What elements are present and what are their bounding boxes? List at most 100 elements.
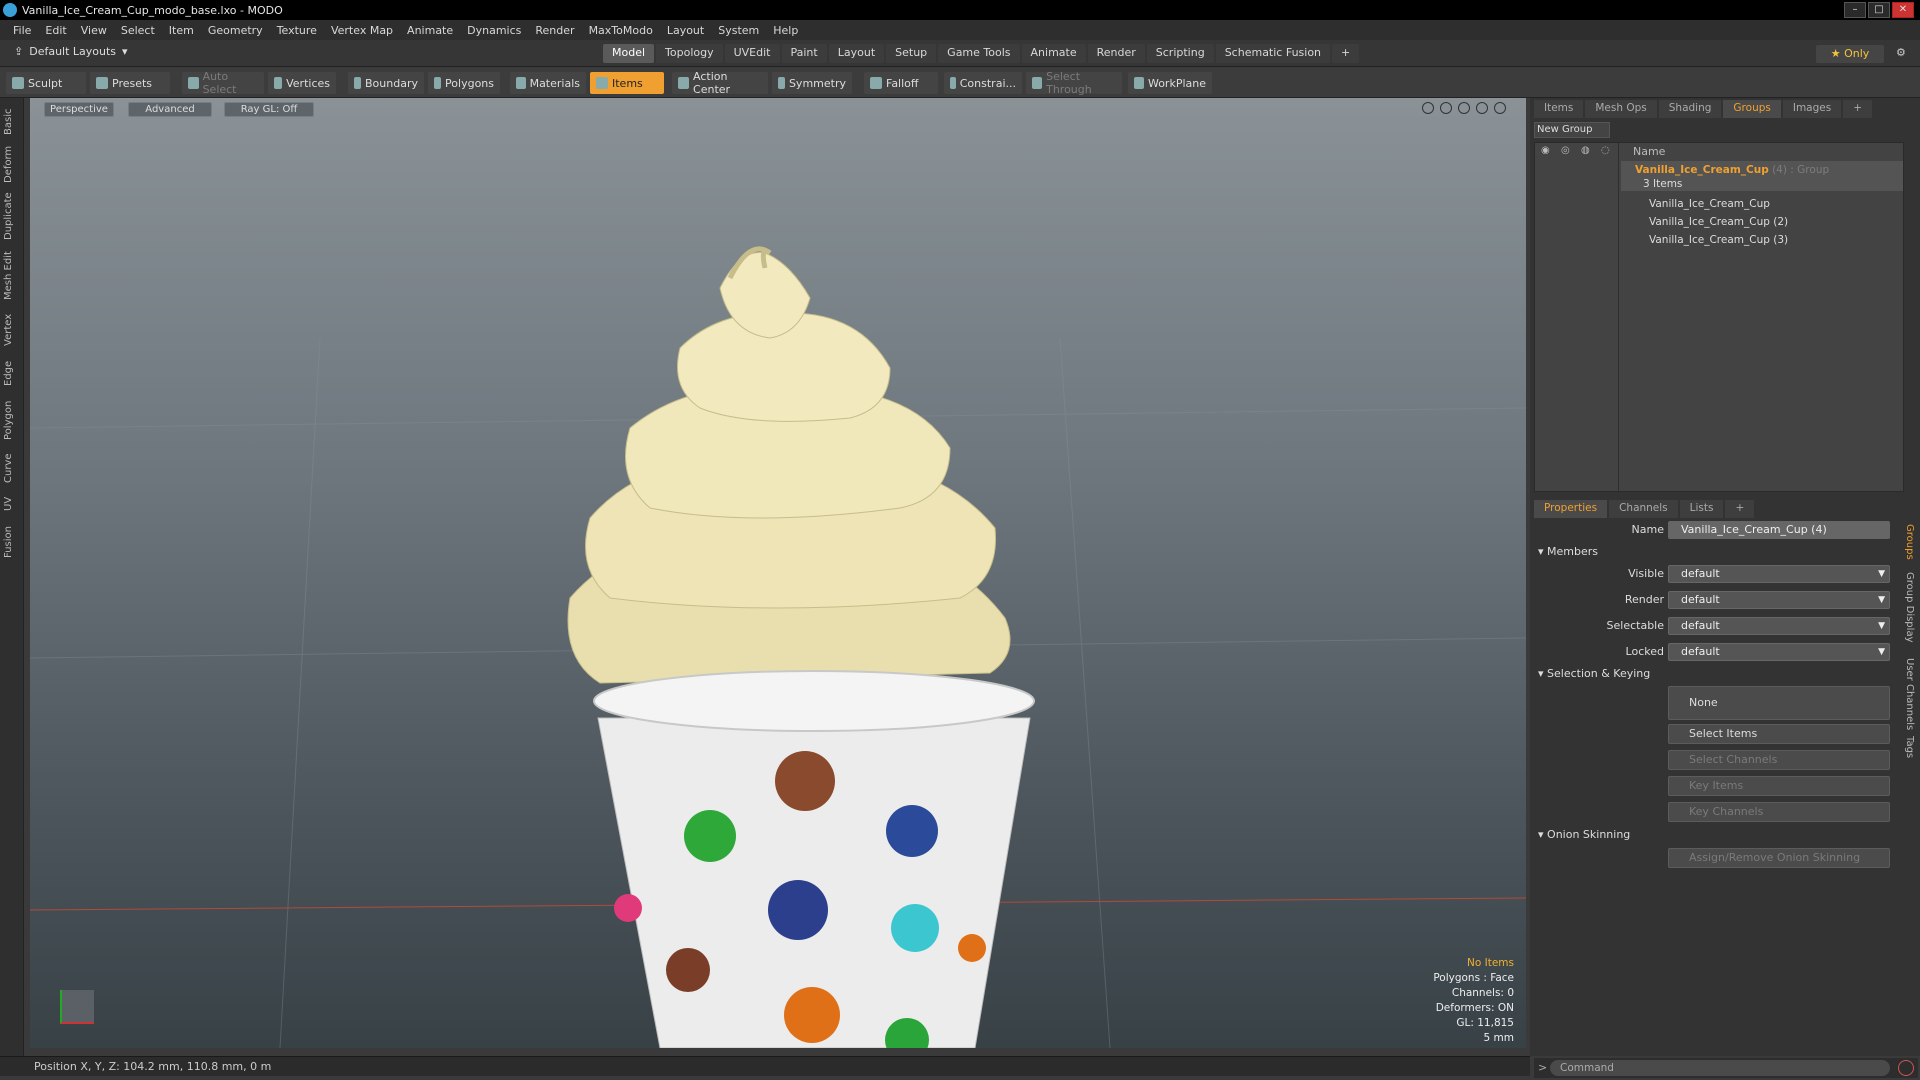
tab-topology[interactable]: Topology bbox=[656, 44, 723, 63]
onion-skinning-section[interactable]: ▾ Onion Skinning bbox=[1538, 827, 1888, 843]
list-item[interactable]: Vanilla_Ice_Cream_Cup (2) bbox=[1621, 213, 1903, 231]
zoom-icon[interactable] bbox=[1458, 102, 1470, 114]
selectable-icon[interactable]: ◌ bbox=[1601, 145, 1610, 156]
lock-icon[interactable]: ◍ bbox=[1581, 145, 1590, 156]
key-channels-button[interactable]: Key Channels bbox=[1668, 802, 1890, 822]
tab-schematic-fusion[interactable]: Schematic Fusion bbox=[1215, 44, 1331, 63]
tab-scripting[interactable]: Scripting bbox=[1146, 44, 1214, 63]
layout-selector[interactable]: ⇪ Default Layouts ▾ bbox=[14, 45, 128, 58]
viewport-settings-icon[interactable] bbox=[1494, 102, 1506, 114]
menu-edit[interactable]: Edit bbox=[38, 24, 73, 37]
tab-shading[interactable]: Shading bbox=[1658, 100, 1722, 118]
tab-properties[interactable]: Properties bbox=[1534, 500, 1608, 518]
falloff-button[interactable]: Falloff bbox=[864, 72, 938, 94]
left-tab-uv[interactable]: UV bbox=[3, 492, 21, 516]
locked-select[interactable]: default ▼ bbox=[1668, 643, 1890, 661]
sculpt-button[interactable]: Sculpt bbox=[6, 72, 86, 94]
left-tab-duplicate[interactable]: Duplicate bbox=[3, 190, 21, 242]
select-channels-button[interactable]: Select Channels bbox=[1668, 750, 1890, 770]
side-tab-groups[interactable]: Groups bbox=[1899, 524, 1915, 564]
tab-items[interactable]: Items bbox=[1534, 100, 1584, 118]
auto-select-button[interactable]: Auto Select bbox=[182, 70, 264, 96]
add-panel-tab-button[interactable]: + bbox=[1843, 100, 1873, 118]
render-select[interactable]: default ▼ bbox=[1668, 591, 1890, 609]
visible-select[interactable]: default ▼ bbox=[1668, 565, 1890, 583]
menu-animate[interactable]: Animate bbox=[400, 24, 460, 37]
tab-lists[interactable]: Lists bbox=[1679, 500, 1724, 518]
eye-icon[interactable]: ◉ bbox=[1541, 145, 1550, 156]
shading-mode-button[interactable]: Advanced bbox=[128, 102, 212, 117]
left-tab-edge[interactable]: Edge bbox=[3, 356, 21, 390]
fit-icon[interactable] bbox=[1476, 102, 1488, 114]
menu-vertex-map[interactable]: Vertex Map bbox=[324, 24, 400, 37]
tab-render[interactable]: Render bbox=[1087, 44, 1145, 63]
selection-keying-section[interactable]: ▾ Selection & Keying bbox=[1538, 666, 1888, 682]
command-record-icon[interactable] bbox=[1898, 1060, 1914, 1076]
left-tab-curve[interactable]: Curve bbox=[3, 450, 21, 486]
items-button[interactable]: Items bbox=[590, 72, 664, 94]
menu-dynamics[interactable]: Dynamics bbox=[460, 24, 528, 37]
boundary-button[interactable]: Boundary bbox=[348, 72, 424, 94]
workplane-button[interactable]: WorkPlane bbox=[1128, 72, 1212, 94]
presets-button[interactable]: Presets bbox=[90, 72, 170, 94]
maximize-button[interactable]: □ bbox=[1868, 2, 1890, 18]
render-icon[interactable]: ◎ bbox=[1561, 145, 1570, 156]
menu-geometry[interactable]: Geometry bbox=[201, 24, 270, 37]
left-tab-basic[interactable]: Basic bbox=[3, 104, 21, 140]
menu-texture[interactable]: Texture bbox=[270, 24, 324, 37]
action-center-button[interactable]: Action Center bbox=[672, 70, 768, 96]
raygl-button[interactable]: Ray GL: Off bbox=[224, 102, 314, 117]
tab-paint[interactable]: Paint bbox=[781, 44, 827, 63]
left-tab-deform[interactable]: Deform bbox=[3, 144, 21, 184]
left-tab-fusion[interactable]: Fusion bbox=[3, 522, 21, 562]
members-section[interactable]: ▾ Members bbox=[1538, 544, 1888, 560]
menu-view[interactable]: View bbox=[74, 24, 114, 37]
name-field[interactable]: Vanilla_Ice_Cream_Cup (4) bbox=[1668, 521, 1890, 539]
only-button[interactable]: ★ Only bbox=[1816, 45, 1884, 63]
list-item[interactable]: Vanilla_Ice_Cream_Cup (3) bbox=[1621, 231, 1903, 249]
menu-select[interactable]: Select bbox=[114, 24, 162, 37]
add-properties-tab-button[interactable]: + bbox=[1725, 500, 1755, 518]
command-input[interactable]: Command bbox=[1550, 1060, 1890, 1076]
close-button[interactable]: ✕ bbox=[1892, 2, 1914, 18]
select-through-button[interactable]: Select Through bbox=[1026, 70, 1122, 96]
tab-uvedit[interactable]: UVEdit bbox=[724, 44, 780, 63]
menu-item[interactable]: Item bbox=[162, 24, 201, 37]
perspective-button[interactable]: Perspective bbox=[44, 102, 114, 117]
none-button[interactable]: None bbox=[1668, 686, 1890, 720]
left-tab-polygon[interactable]: Polygon bbox=[3, 396, 21, 444]
tab-layout[interactable]: Layout bbox=[828, 44, 885, 63]
menu-file[interactable]: File bbox=[6, 24, 38, 37]
menu-help[interactable]: Help bbox=[766, 24, 805, 37]
tab-animate[interactable]: Animate bbox=[1021, 44, 1086, 63]
constraints-button[interactable]: Constrai... bbox=[944, 72, 1022, 94]
new-group-button[interactable]: New Group bbox=[1534, 122, 1610, 138]
tab-game-tools[interactable]: Game Tools bbox=[938, 44, 1020, 63]
list-item[interactable]: Vanilla_Ice_Cream_Cup bbox=[1621, 195, 1903, 213]
symmetry-button[interactable]: Symmetry bbox=[772, 72, 852, 94]
left-tab-mesh-edit[interactable]: Mesh Edit bbox=[3, 248, 21, 304]
polygons-button[interactable]: Polygons bbox=[428, 72, 500, 94]
tab-images[interactable]: Images bbox=[1782, 100, 1842, 118]
select-items-button[interactable]: Select Items bbox=[1668, 724, 1890, 744]
gear-icon[interactable]: ⚙ bbox=[1896, 46, 1906, 59]
side-tab-user-channels[interactable]: User Channels bbox=[1899, 658, 1915, 732]
selectable-select[interactable]: default ▼ bbox=[1668, 617, 1890, 635]
tab-channels[interactable]: Channels bbox=[1609, 500, 1678, 518]
3d-viewport[interactable]: Perspective Advanced Ray GL: Off No Item… bbox=[30, 98, 1526, 1048]
left-tab-vertex[interactable]: Vertex bbox=[3, 310, 21, 350]
menu-render[interactable]: Render bbox=[528, 24, 581, 37]
side-tab-group-display[interactable]: Group Display bbox=[1899, 572, 1915, 652]
materials-button[interactable]: Materials bbox=[510, 72, 586, 94]
tab-groups[interactable]: Groups bbox=[1723, 100, 1781, 118]
side-tab-tags[interactable]: Tags bbox=[1899, 736, 1915, 762]
minimize-button[interactable]: – bbox=[1844, 2, 1866, 18]
vertices-button[interactable]: Vertices bbox=[268, 72, 336, 94]
tab-model[interactable]: Model bbox=[603, 44, 655, 63]
rotate-icon[interactable] bbox=[1440, 102, 1452, 114]
menu-layout[interactable]: Layout bbox=[660, 24, 711, 37]
key-items-button[interactable]: Key Items bbox=[1668, 776, 1890, 796]
pan-icon[interactable] bbox=[1422, 102, 1434, 114]
tab-mesh-ops[interactable]: Mesh Ops bbox=[1585, 100, 1657, 118]
menu-system[interactable]: System bbox=[711, 24, 766, 37]
